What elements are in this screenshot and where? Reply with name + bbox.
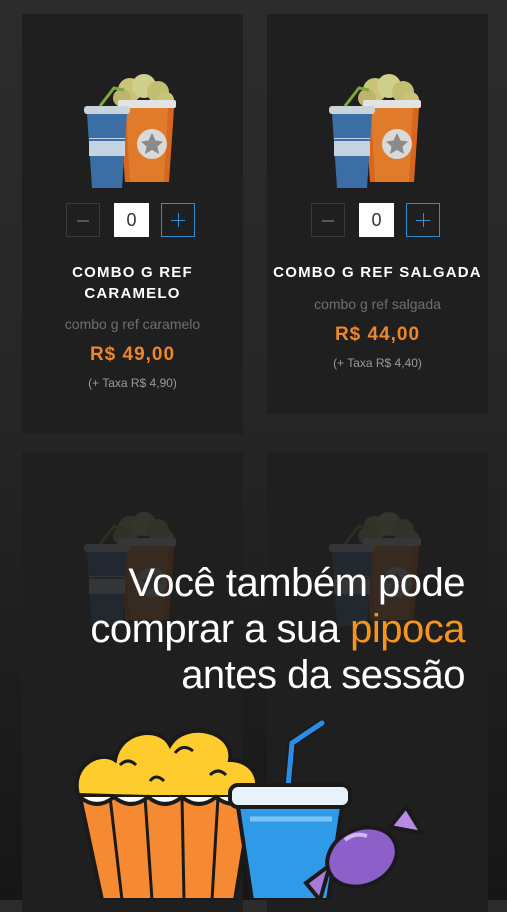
product-subtitle: combo g ref salgada <box>314 296 441 312</box>
promo-line2-text: comprar a sua <box>90 607 351 651</box>
quantity-stepper: 0 <box>66 203 195 240</box>
product-title: COMBO G REF CARAMELO <box>22 262 243 304</box>
quantity-value[interactable]: 0 <box>114 203 149 237</box>
combo-image <box>80 66 184 190</box>
increase-button[interactable] <box>161 203 195 237</box>
promo-line1: Você também pode <box>128 561 465 605</box>
snacks-illustration <box>74 718 427 900</box>
product-card[interactable]: 0 COMBO G REF SALGADA combo g ref salgad… <box>267 14 488 414</box>
promo-line3: antes da sessão <box>181 653 465 697</box>
product-card[interactable]: 0 COMBO G REF CARAMELO combo g ref caram… <box>22 14 243 434</box>
increase-button[interactable] <box>406 203 440 237</box>
product-subtitle: combo g ref caramelo <box>64 316 201 332</box>
promo-headline: Você também pode comprar a sua pipoca an… <box>5 560 465 698</box>
product-price: R$ 49,00 <box>89 344 176 365</box>
promo-line2: comprar a sua pipoca <box>5 606 465 652</box>
combo-image <box>325 66 429 190</box>
product-title: COMBO G REF SALGADA <box>273 264 482 281</box>
product-price: R$ 44,00 <box>334 324 421 345</box>
decrease-button[interactable] <box>311 203 345 237</box>
promo-highlight: pipoca <box>350 607 465 651</box>
quantity-stepper: 0 <box>311 203 440 240</box>
product-fee: (+ Taxa R$ 4,90) <box>88 376 177 390</box>
decrease-button[interactable] <box>66 203 100 237</box>
product-title-line2: CARAMELO <box>84 285 181 302</box>
popcorn-icon <box>74 728 260 900</box>
product-title-line1: COMBO G REF <box>72 264 193 281</box>
quantity-value[interactable]: 0 <box>359 203 394 237</box>
product-fee: (+ Taxa R$ 4,40) <box>333 356 422 370</box>
